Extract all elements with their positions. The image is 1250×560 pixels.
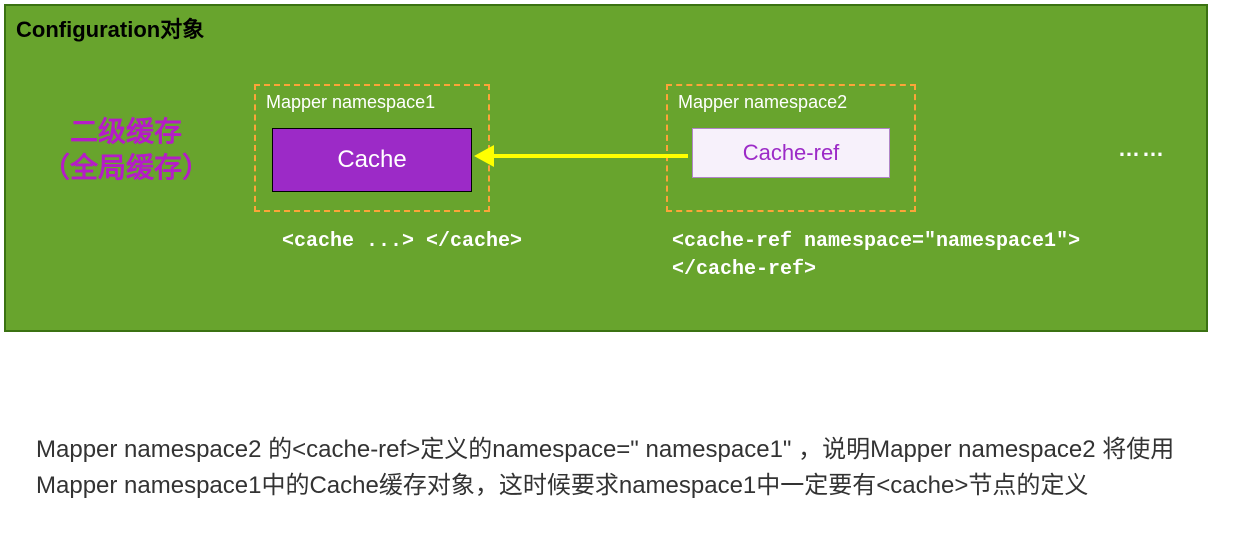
namespace1-box: Mapper namespace1 Cache [254, 84, 490, 212]
namespace1-label: Mapper namespace1 [266, 92, 435, 113]
reference-arrow [492, 154, 688, 158]
namespace1-code: <cache ...> </cache> [282, 228, 522, 256]
ellipsis-icon: …… [1118, 136, 1166, 162]
cache-box: Cache [272, 128, 472, 192]
cache-ref-box: Cache-ref [692, 128, 890, 178]
configuration-panel: Configuration对象 二级缓存 （全局缓存） Mapper names… [4, 4, 1208, 332]
cache-ref-box-label: Cache-ref [743, 140, 840, 166]
panel-title: Configuration对象 [16, 12, 204, 44]
l2-cache-line1: 二级缓存 [70, 116, 182, 147]
cache-box-label: Cache [337, 146, 406, 174]
caption-text: Mapper namespace2 的<cache-ref>定义的namespa… [36, 432, 1196, 504]
l2-cache-label: 二级缓存 （全局缓存） [16, 114, 236, 186]
l2-cache-line2: （全局缓存） [42, 152, 210, 183]
namespace2-code: <cache-ref namespace="namespace1"> </cac… [672, 228, 1092, 284]
namespace2-label: Mapper namespace2 [678, 92, 847, 113]
namespace2-box: Mapper namespace2 Cache-ref [666, 84, 916, 212]
